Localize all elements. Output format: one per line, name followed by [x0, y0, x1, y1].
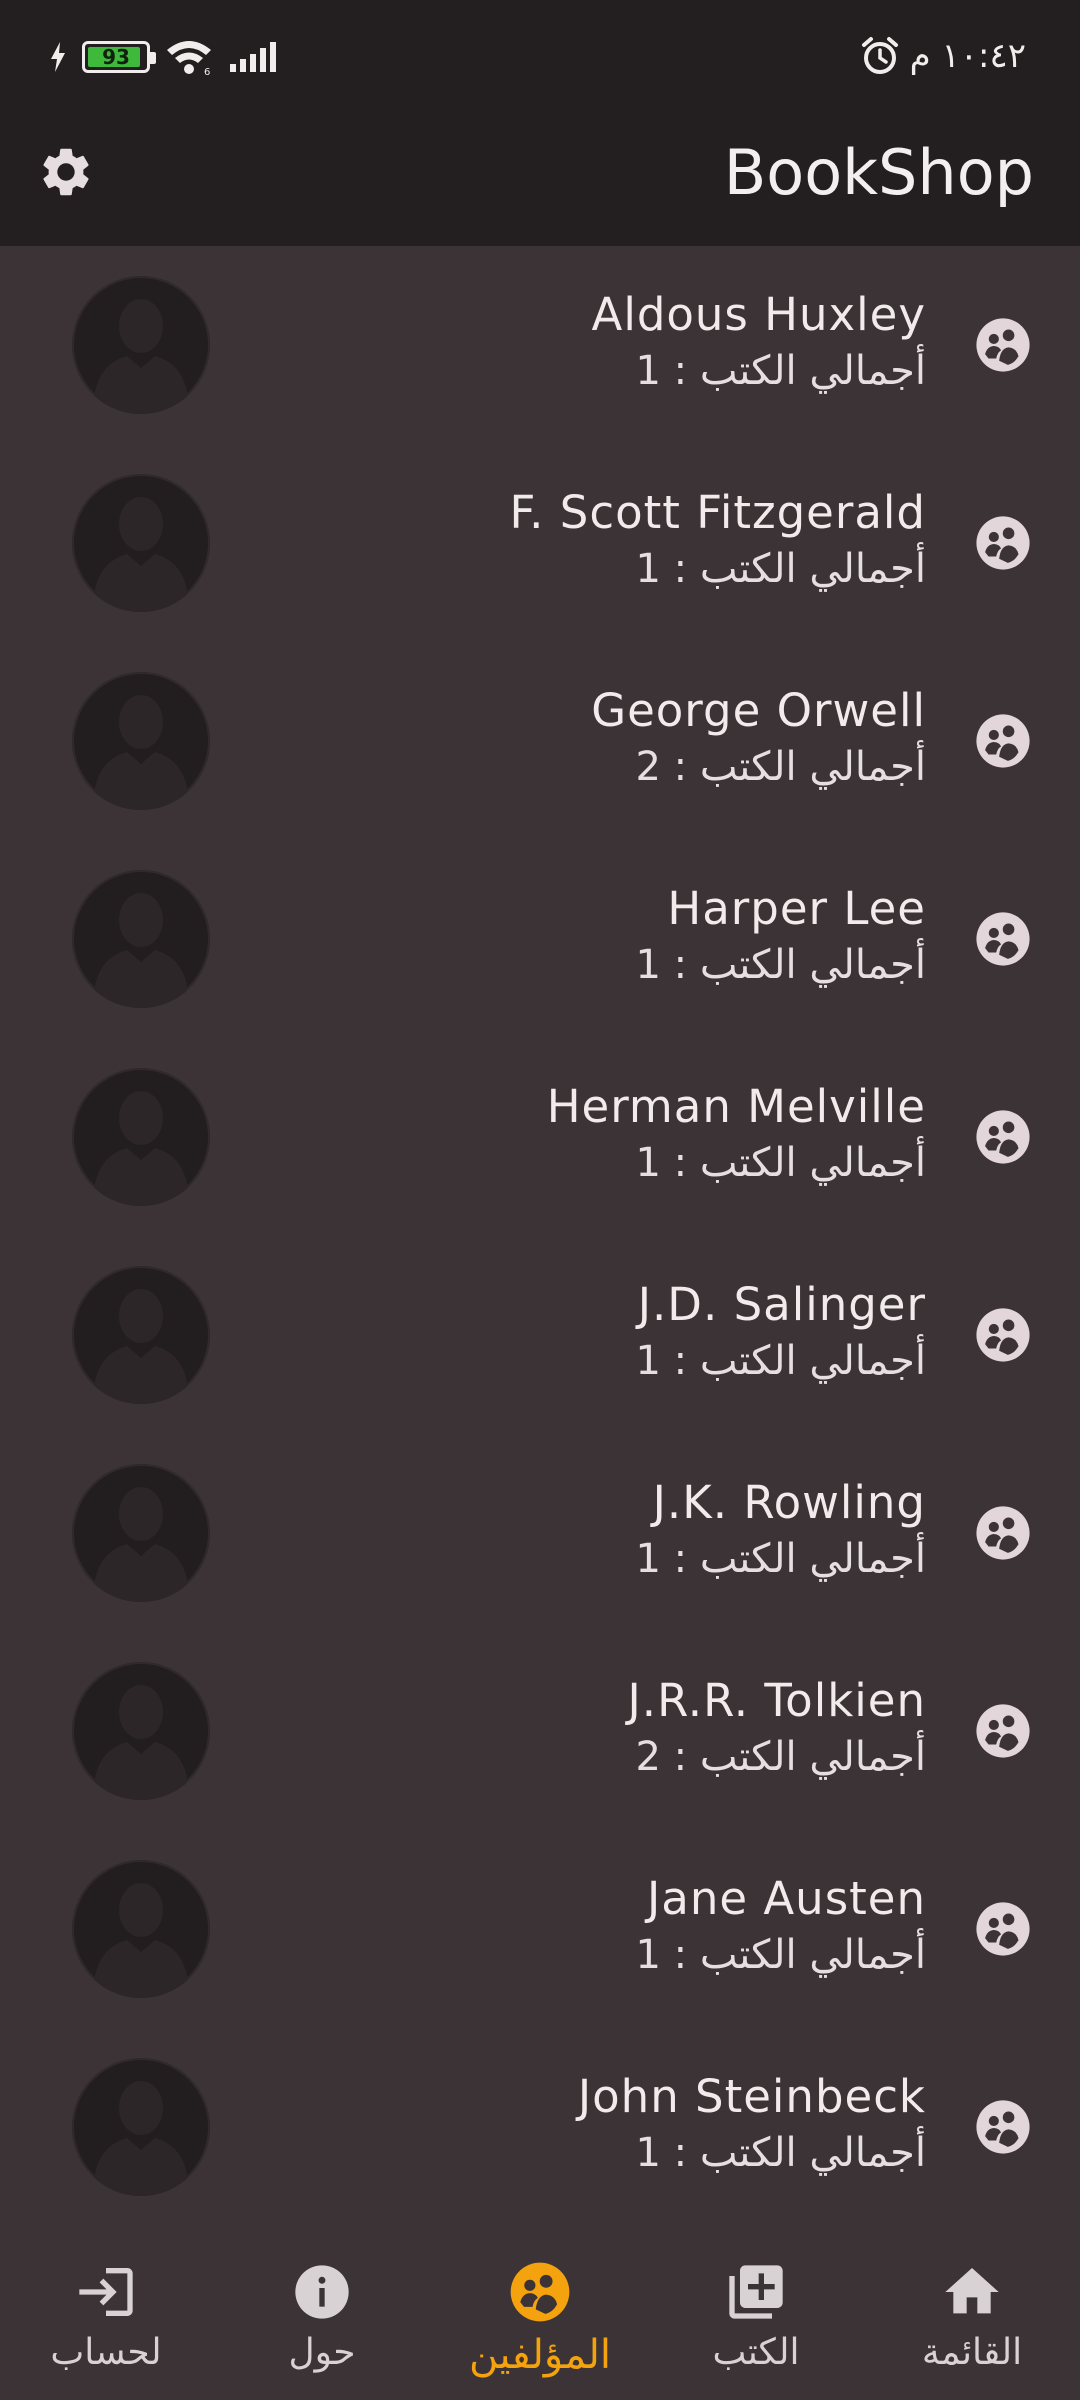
author-book-count: أجمالي الكتب : 1 [635, 546, 927, 592]
avatar [72, 1662, 210, 1800]
author-name: F. Scott Fitzgerald [509, 486, 926, 539]
author-name: Harper Lee [667, 882, 926, 935]
avatar [72, 474, 210, 612]
info-icon [290, 2260, 354, 2324]
author-book-count: أجمالي الكتب : 2 [635, 744, 927, 790]
nav-item-info[interactable]: حول [222, 2260, 422, 2390]
author-row[interactable]: John Steinbeck أجمالي الكتب : 1 [0, 2028, 1080, 2226]
author-row[interactable]: F. Scott Fitzgerald أجمالي الكتب : 1 [0, 444, 1080, 642]
author-row[interactable]: George Orwell أجمالي الكتب : 2 [0, 642, 1080, 840]
avatar [72, 870, 210, 1008]
author-book-count: أجمالي الكتب : 1 [635, 1338, 927, 1384]
add-book-icon [724, 2260, 788, 2324]
charging-icon [51, 42, 65, 72]
app-bar: BookShop [0, 120, 1080, 246]
battery-level: 93 [102, 45, 130, 69]
avatar [72, 1068, 210, 1206]
author-name: John Steinbeck [577, 2070, 926, 2123]
avatar [72, 276, 210, 414]
avatar [72, 1266, 210, 1404]
nav-label: القائمة [921, 2332, 1023, 2373]
nav-item-login[interactable]: لحساب [6, 2260, 206, 2390]
authors-icon [974, 1900, 1032, 1958]
author-book-count: أجمالي الكتب : 1 [635, 1536, 927, 1582]
author-book-count: أجمالي الكتب : 1 [635, 1140, 927, 1186]
author-row[interactable]: Jane Austen أجمالي الكتب : 1 [0, 1830, 1080, 2028]
avatar [72, 672, 210, 810]
author-name: J.R.R. Tolkien [627, 1674, 926, 1727]
author-row[interactable]: J.K. Rowling أجمالي الكتب : 1 [0, 1434, 1080, 1632]
app-title: BookShop [723, 136, 1034, 209]
author-book-count: أجمالي الكتب : 1 [635, 1932, 927, 1978]
authors-icon [974, 712, 1032, 770]
authors-icon [974, 1504, 1032, 1562]
authors-icon [974, 1702, 1032, 1760]
status-icons: 93 6 [48, 38, 280, 76]
avatar [72, 1464, 210, 1602]
author-row[interactable]: Harper Lee أجمالي الكتب : 1 [0, 840, 1080, 1038]
avatar [72, 1860, 210, 1998]
nav-label: المؤلفين [468, 2332, 612, 2378]
nav-label: الكتب [712, 2332, 800, 2373]
author-book-count: أجمالي الكتب : 1 [635, 348, 927, 394]
author-book-count: أجمالي الكتب : 2 [635, 1734, 927, 1780]
author-row[interactable]: J.R.R. Tolkien أجمالي الكتب : 2 [0, 1632, 1080, 1830]
avatar [72, 2058, 210, 2196]
status-right: ١٠:٤٢ م [860, 36, 1026, 76]
authors-icon [974, 910, 1032, 968]
bottom-nav: لحساب حول المؤلفين الكتب القائمة [0, 2240, 1080, 2400]
alarm-icon [861, 37, 898, 74]
settings-button[interactable] [36, 142, 96, 202]
signal-icon [230, 42, 276, 72]
author-book-count: أجمالي الكتب : 1 [635, 2130, 927, 2176]
authors-icon [974, 2098, 1032, 2156]
nav-item-home[interactable]: القائمة [872, 2260, 1072, 2390]
author-name: Herman Melville [546, 1080, 926, 1133]
author-name: J.K. Rowling [652, 1476, 926, 1529]
author-row[interactable]: J.D. Salinger أجمالي الكتب : 1 [0, 1236, 1080, 1434]
wifi-icon: 6 [167, 41, 211, 76]
author-book-count: أجمالي الكتب : 1 [635, 942, 927, 988]
gear-icon [43, 148, 89, 196]
login-icon [74, 2260, 138, 2324]
authors-icon [974, 1306, 1032, 1364]
status-time: ١٠:٤٢ م [909, 36, 1026, 76]
authors-icon [974, 316, 1032, 374]
svg-text:6: 6 [204, 67, 210, 76]
author-name: George Orwell [591, 684, 926, 737]
status-bar: 93 6 ١٠:٤٢ م [0, 0, 1080, 120]
authors-icon [974, 514, 1032, 572]
author-list: Aldous Huxley أجمالي الكتب : 1 F. Scott Fi… [0, 246, 1080, 2240]
author-name: J.D. Salinger [637, 1278, 926, 1331]
authors-icon [508, 2260, 572, 2324]
nav-label: حول [288, 2332, 356, 2373]
nav-item-authors[interactable]: المؤلفين [440, 2260, 640, 2390]
nav-item-add-book[interactable]: الكتب [656, 2260, 856, 2390]
authors-icon [974, 1108, 1032, 1166]
author-name: Aldous Huxley [591, 288, 926, 341]
nav-label: لحساب [50, 2332, 162, 2373]
author-row[interactable]: Aldous Huxley أجمالي الكتب : 1 [0, 246, 1080, 444]
author-name: Jane Austen [647, 1872, 926, 1925]
battery-indicator: 93 [82, 41, 156, 73]
home-icon [940, 2260, 1004, 2324]
author-row[interactable]: Herman Melville أجمالي الكتب : 1 [0, 1038, 1080, 1236]
